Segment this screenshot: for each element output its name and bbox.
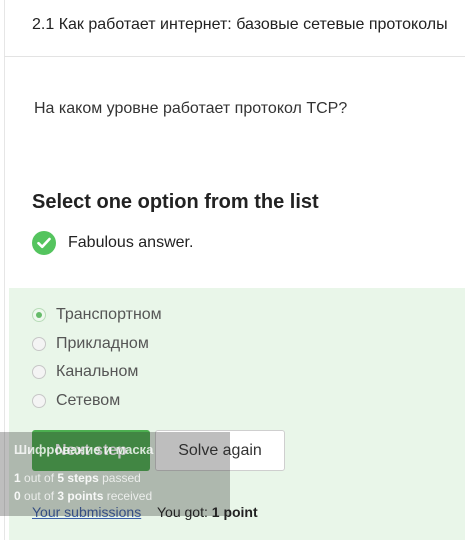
feedback-correct: Fabulous answer. — [32, 231, 193, 255]
radio-button[interactable] — [32, 337, 46, 351]
check-circle-icon — [32, 231, 56, 255]
points-count: 0 — [14, 489, 21, 503]
option-label: Транспортном — [56, 306, 162, 323]
steps-progress: 1 out of 5 steps passed — [14, 471, 230, 485]
radio-button[interactable] — [32, 308, 46, 322]
progress-tooltip: Шифрование и маска 1 out of 5 steps pass… — [0, 432, 230, 516]
header-divider — [4, 56, 465, 57]
progress-title: Шифрование и маска — [14, 442, 154, 457]
lesson-title: 2.1 Как работает интернет: базовые сетев… — [32, 16, 448, 33]
option-item[interactable]: Прикладном — [32, 335, 149, 353]
points-mid: out of — [24, 489, 55, 503]
question-text: На каком уровне работает протокол TCP? — [34, 100, 348, 117]
points-total: 3 points — [57, 489, 104, 503]
option-item[interactable]: Сетевом — [32, 392, 120, 410]
select-heading: Select one option from the list — [32, 191, 319, 213]
option-label: Сетевом — [56, 392, 121, 409]
steps-suffix: passed — [102, 471, 141, 485]
radio-selected-dot — [36, 312, 42, 318]
radio-button[interactable] — [32, 394, 46, 408]
option-label: Канальном — [56, 363, 139, 380]
feedback-text: Fabulous answer. — [68, 234, 194, 251]
steps-total: 5 steps — [57, 471, 99, 485]
option-label: Прикладном — [56, 335, 149, 352]
option-item[interactable]: Транспортном — [32, 306, 162, 324]
steps-mid: out of — [24, 471, 55, 485]
option-item[interactable]: Канальном — [32, 363, 138, 381]
points-suffix: received — [106, 489, 153, 503]
radio-button[interactable] — [32, 365, 46, 379]
steps-count: 1 — [14, 471, 21, 485]
points-progress: 0 out of 3 points received — [14, 489, 230, 503]
